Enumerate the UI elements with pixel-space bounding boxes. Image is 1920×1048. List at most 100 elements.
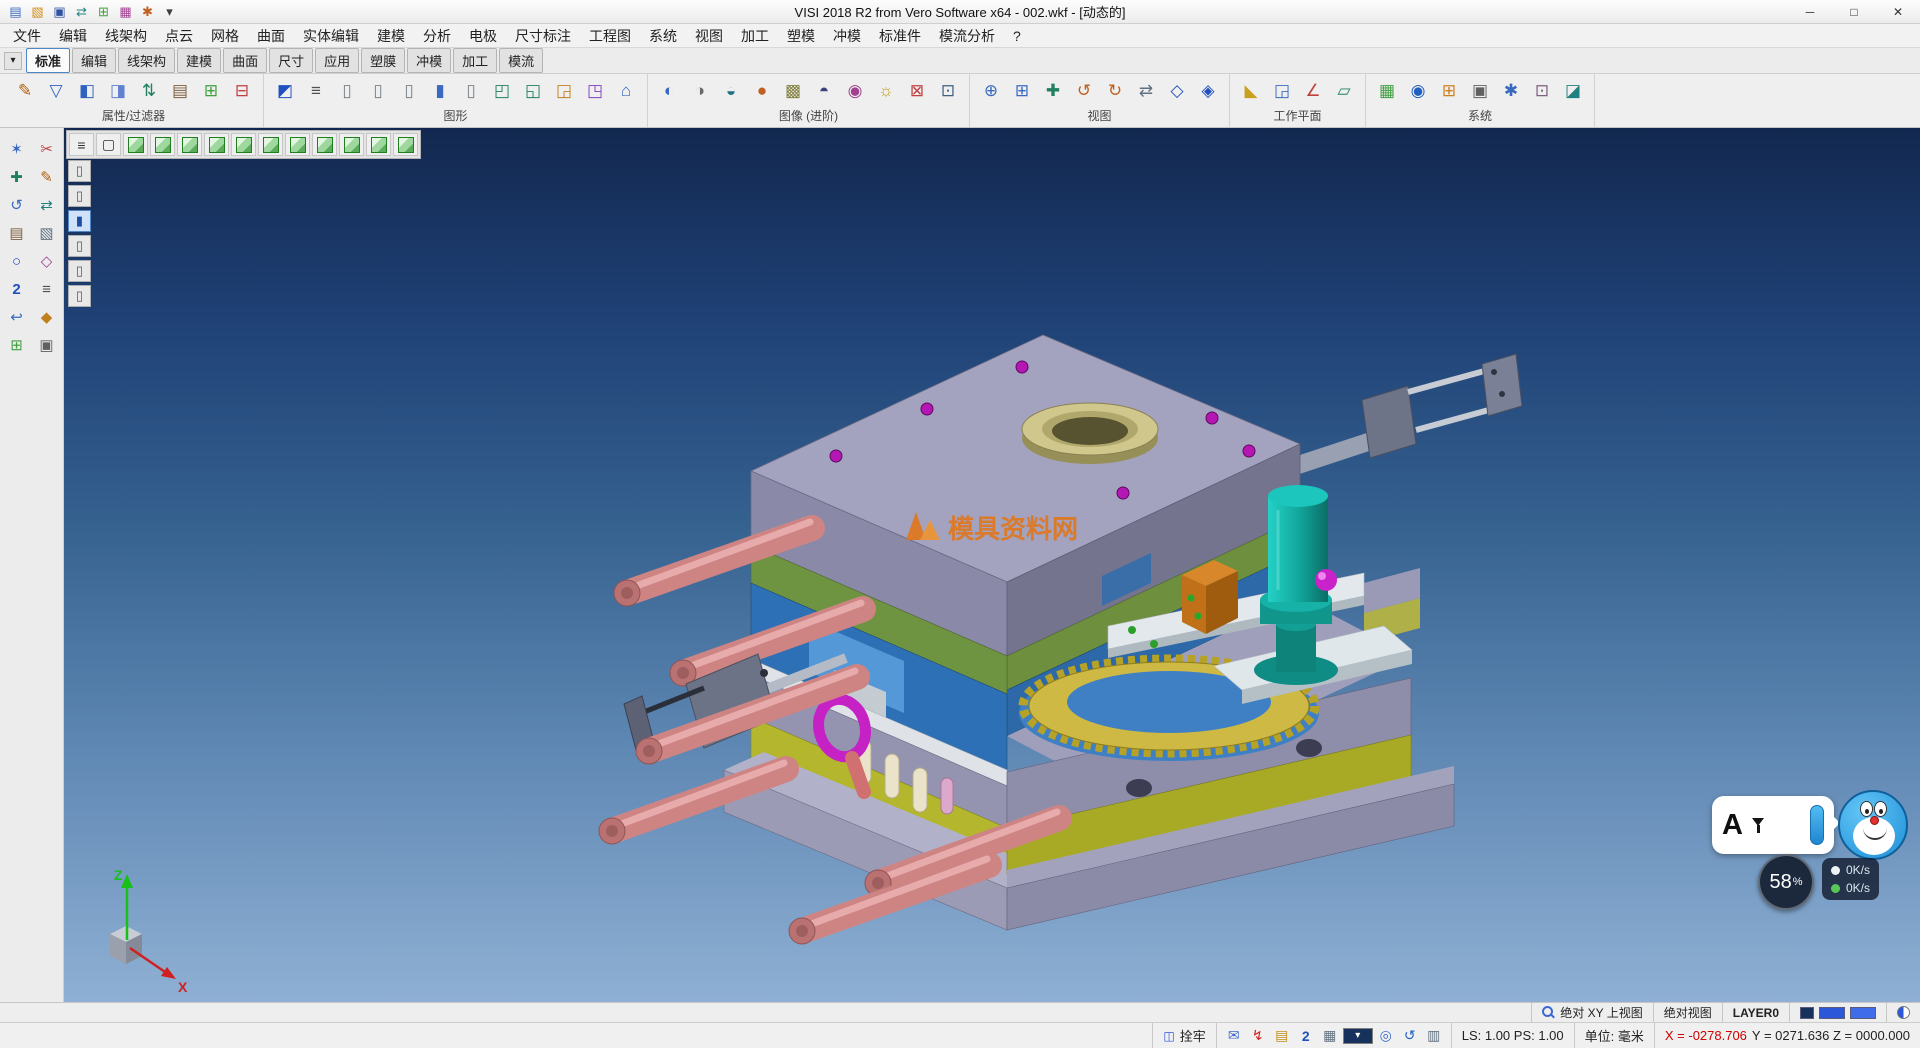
menu-item[interactable]: 标准件 — [870, 24, 930, 48]
rotate-cw-icon[interactable]: ↻ — [1101, 77, 1129, 105]
notes-icon[interactable]: ▤ — [1271, 1027, 1293, 1045]
cylinder-3-icon[interactable]: ▯ — [395, 77, 423, 105]
alert-icon[interactable]: ↯ — [1247, 1027, 1269, 1045]
save-icon[interactable]: ▣ — [50, 2, 69, 21]
menu-item[interactable]: 工程图 — [580, 24, 640, 48]
two-icon[interactable]: 2 — [3, 276, 30, 302]
tab-overflow-dropdown-icon[interactable]: ▾ — [4, 52, 22, 70]
solid-box-icon[interactable]: ◰ — [488, 77, 516, 105]
axis-system-icon[interactable]: ◪ — [1559, 77, 1587, 105]
doc-slot-4-icon[interactable]: ▯ — [68, 235, 91, 257]
filter-left-icon[interactable]: ◧ — [73, 77, 101, 105]
highlight-icon[interactable]: ◉ — [841, 77, 869, 105]
view-left-icon[interactable] — [231, 133, 256, 156]
hidden-line-icon[interactable]: ◒ — [717, 77, 745, 105]
tab-dimension[interactable]: 尺寸 — [269, 48, 313, 73]
view-sphere-icon[interactable] — [1897, 1006, 1910, 1019]
menu-item[interactable]: 曲面 — [248, 24, 294, 48]
menu-item[interactable]: 视图 — [686, 24, 732, 48]
scale-cell[interactable]: LS: 1.00 PS: 1.00 — [1451, 1023, 1574, 1048]
cylinder-selected-icon[interactable]: ▮ — [426, 77, 454, 105]
menu-item[interactable]: 加工 — [732, 24, 778, 48]
layers-panel-icon[interactable]: ▦ — [1319, 1027, 1341, 1045]
pan-icon[interactable]: ✚ — [1039, 77, 1067, 105]
grid-settings-icon[interactable]: ▥ — [1423, 1027, 1445, 1045]
rotate-icon[interactable]: ↺ — [3, 192, 30, 218]
menu-item[interactable]: 线架构 — [96, 24, 156, 48]
view-front-icon[interactable] — [177, 133, 202, 156]
menu-item[interactable]: 尺寸标注 — [506, 24, 580, 48]
zoom-select-icon[interactable]: ◎ — [1375, 1027, 1397, 1045]
doc-slot-3-icon[interactable]: ▮ — [68, 210, 91, 232]
settings-icon[interactable]: ✱ — [138, 2, 157, 21]
view-top-icon[interactable] — [150, 133, 175, 156]
section-icon[interactable]: ⊠ — [903, 77, 931, 105]
workplane-angle-icon[interactable]: ∠ — [1299, 77, 1327, 105]
layers-icon[interactable]: ▦ — [116, 2, 135, 21]
swap-filter-icon[interactable]: ⇅ — [135, 77, 163, 105]
quick-access-dropdown-icon[interactable]: ▾ — [160, 2, 179, 21]
view-iso-2-icon[interactable] — [312, 133, 337, 156]
view-dimetric-icon[interactable] — [393, 133, 418, 156]
prev-view-icon[interactable]: ⇄ — [1132, 77, 1160, 105]
menu-item[interactable]: 建模 — [368, 24, 414, 48]
layer-filter-icon[interactable]: ▤ — [166, 77, 194, 105]
color-attr-icon[interactable]: ◩ — [271, 77, 299, 105]
zoom-all-icon[interactable]: ⊕ — [977, 77, 1005, 105]
shadow-icon[interactable]: ◓ — [810, 77, 838, 105]
speed-monitor-widget[interactable]: A 58% 0K/s 0K/s — [1712, 790, 1912, 930]
render-mode-icon[interactable]: ▢ — [96, 133, 121, 156]
texture-icon[interactable]: ▩ — [779, 77, 807, 105]
iso-view-icon[interactable]: ◈ — [1194, 77, 1222, 105]
list-icon[interactable]: ≡ — [33, 276, 60, 302]
select-icon[interactable]: ✶ — [3, 136, 30, 162]
move-icon[interactable]: ✚ — [3, 164, 30, 190]
maximize-button[interactable]: □ — [1832, 0, 1876, 23]
tab-surface[interactable]: 曲面 — [223, 48, 267, 73]
mirror-icon[interactable]: ⇄ — [33, 192, 60, 218]
menu-item[interactable]: 文件 — [4, 24, 50, 48]
save2-icon[interactable]: ▣ — [33, 332, 60, 358]
edit-properties-icon[interactable]: ✎ — [11, 77, 39, 105]
layer-color-swatch-1[interactable] — [1800, 1007, 1814, 1019]
grid-icon[interactable]: ⊞ — [94, 2, 113, 21]
view-back-icon[interactable] — [258, 133, 283, 156]
active-color-dropdown[interactable]: ▾ — [1343, 1028, 1373, 1044]
tab-modeling[interactable]: 建模 — [177, 48, 221, 73]
grid2-icon[interactable]: ⊞ — [3, 332, 30, 358]
cylinder-2-icon[interactable]: ▯ — [364, 77, 392, 105]
zoom-info-icon[interactable] — [1542, 1006, 1555, 1019]
new-file-icon[interactable]: ▤ — [6, 2, 25, 21]
filter-right-icon[interactable]: ◨ — [104, 77, 132, 105]
wireframe-mode-icon[interactable]: ◑ — [686, 77, 714, 105]
layer-cell[interactable]: LAYER0 — [1722, 1003, 1789, 1022]
solid-corner-icon[interactable]: ◱ — [519, 77, 547, 105]
menu-item[interactable]: 模流分析 — [930, 24, 1004, 48]
refresh-icon[interactable]: ↺ — [1399, 1027, 1421, 1045]
shaded-mode-icon[interactable]: ◐ — [655, 77, 683, 105]
menu-item[interactable]: 电极 — [460, 24, 506, 48]
tab-machining[interactable]: 加工 — [453, 48, 497, 73]
menu-item[interactable]: 分析 — [414, 24, 460, 48]
tab-mold[interactable]: 塑膜 — [361, 48, 405, 73]
minimize-button[interactable]: ─ — [1788, 0, 1832, 23]
menu-item[interactable]: 实体编辑 — [294, 24, 368, 48]
trim-icon[interactable]: ✂ — [33, 136, 60, 162]
lock-cell[interactable]: ◫ 拴牢 — [1152, 1023, 1215, 1048]
view-bottom-icon[interactable] — [285, 133, 310, 156]
rotate-ccw-icon[interactable]: ↺ — [1070, 77, 1098, 105]
layer-color-swatch-3[interactable] — [1850, 1007, 1876, 1019]
doc-slot-1-icon[interactable]: ▯ — [68, 160, 91, 182]
tab-edit[interactable]: 编辑 — [72, 48, 116, 73]
window-layout-icon[interactable]: ⊞ — [1435, 77, 1463, 105]
sketch-icon[interactable]: ✎ — [33, 164, 60, 190]
absolute-view-cell[interactable]: 绝对视图 — [1653, 1003, 1722, 1022]
cylinder-4-icon[interactable]: ▯ — [457, 77, 485, 105]
cylinder-1-icon[interactable]: ▯ — [333, 77, 361, 105]
workplane-icon[interactable]: ◣ — [1237, 77, 1265, 105]
filter-down-icon[interactable]: ▽ — [42, 77, 70, 105]
dynamic-view-icon[interactable]: ◇ — [1163, 77, 1191, 105]
tab-wireframe[interactable]: 线架构 — [118, 48, 175, 73]
tab-standard[interactable]: 标准 — [26, 48, 70, 73]
home-view-icon[interactable]: ⌂ — [612, 77, 640, 105]
